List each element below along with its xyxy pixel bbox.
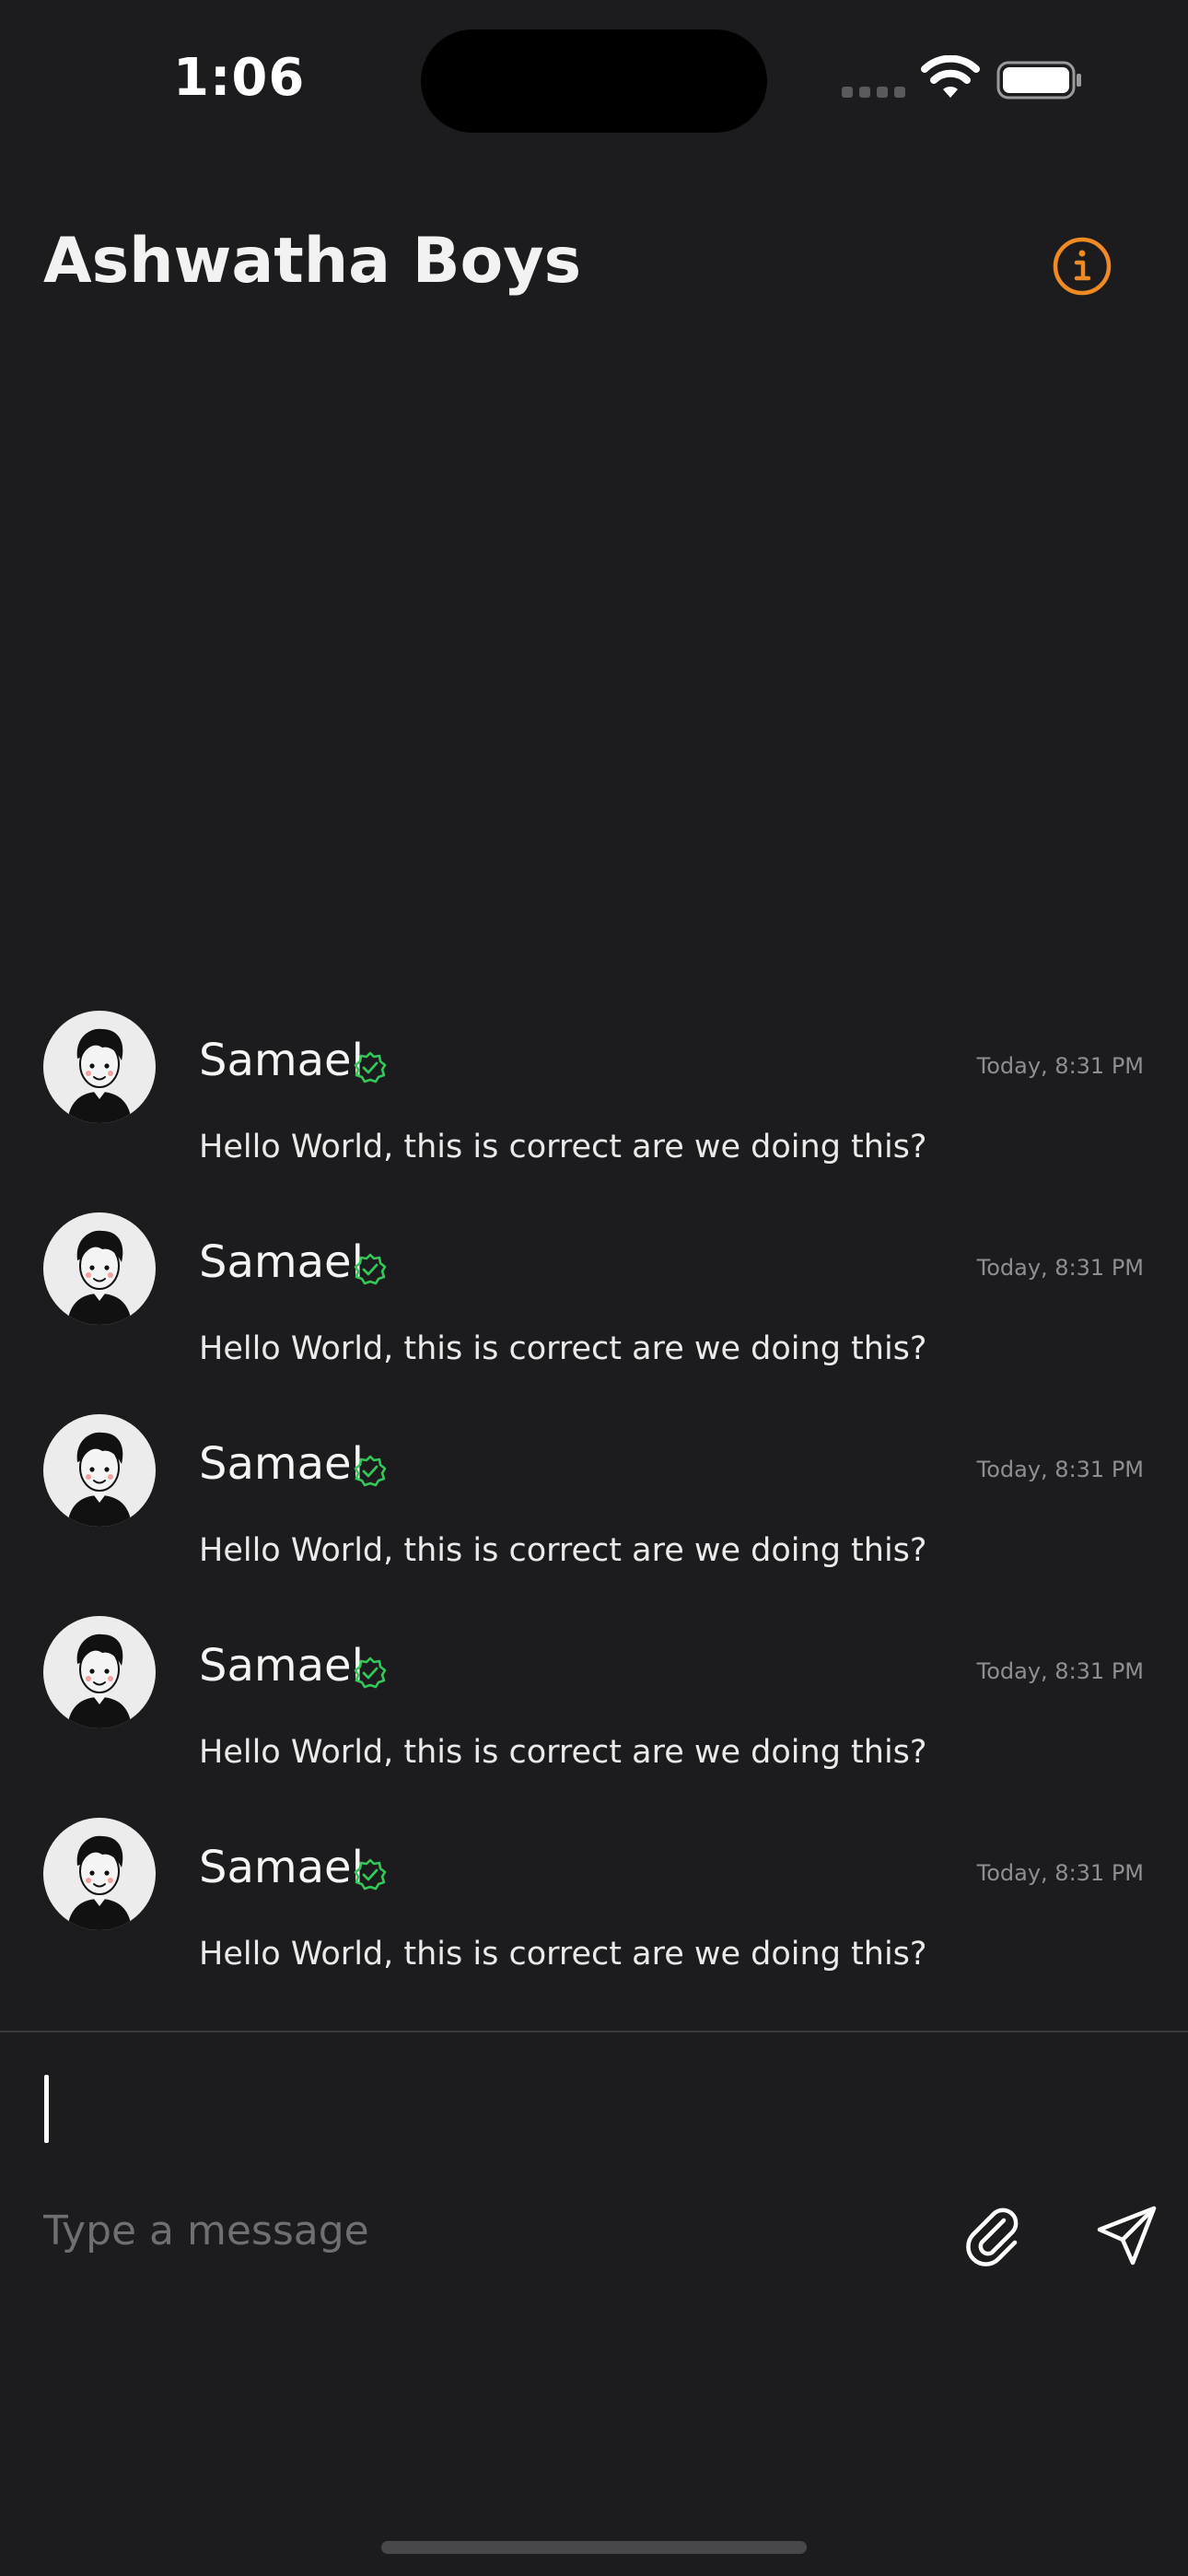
- text-cursor: [44, 2075, 49, 2143]
- message-timestamp: Today, 8:31 PM: [976, 1860, 1144, 1886]
- chat-screen: 1:06 Ashwatha Boys Samael Today, 8:31 PM H…: [0, 0, 1188, 2576]
- send-icon[interactable]: [1096, 2204, 1159, 2266]
- message-text: Hello World, this is correct are we doin…: [199, 1532, 927, 1569]
- wifi-icon: [921, 55, 980, 98]
- message-text: Hello World, this is correct are we doin…: [199, 1936, 927, 1973]
- sender-name: Samael: [199, 1438, 364, 1490]
- dynamic-island: [421, 29, 767, 133]
- sender-name: Samael: [199, 1236, 364, 1288]
- composer-divider: [0, 2031, 1188, 2032]
- info-icon[interactable]: [1052, 236, 1112, 297]
- status-time: 1:06: [173, 48, 306, 108]
- message-timestamp: Today, 8:31 PM: [976, 1255, 1144, 1281]
- sender-name: Samael: [199, 1035, 364, 1086]
- avatar[interactable]: [43, 1212, 156, 1325]
- chat-title: Ashwatha Boys: [43, 225, 582, 298]
- message-text: Hello World, this is correct are we doin…: [199, 1129, 927, 1165]
- avatar[interactable]: [43, 1414, 156, 1527]
- verified-badge-icon: [354, 1051, 387, 1084]
- avatar[interactable]: [43, 1616, 156, 1728]
- verified-badge-icon: [354, 1455, 387, 1488]
- home-indicator: [381, 2541, 807, 2554]
- verified-badge-icon: [354, 1657, 387, 1690]
- paperclip-icon[interactable]: [963, 2204, 1024, 2268]
- message-timestamp: Today, 8:31 PM: [976, 1658, 1144, 1684]
- avatar[interactable]: [43, 1011, 156, 1123]
- message-item[interactable]: Samael Today, 8:31 PM Hello World, this is…: [0, 1818, 1188, 2002]
- message-item[interactable]: Samael Today, 8:31 PM Hello World, this is…: [0, 1616, 1188, 1800]
- battery-icon: [996, 61, 1081, 100]
- message-timestamp: Today, 8:31 PM: [976, 1457, 1144, 1482]
- message-input[interactable]: [43, 2198, 927, 2263]
- verified-badge-icon: [354, 1253, 387, 1286]
- sender-name: Samael: [199, 1640, 364, 1692]
- message-text: Hello World, this is correct are we doin…: [199, 1330, 927, 1367]
- message-timestamp: Today, 8:31 PM: [976, 1053, 1144, 1079]
- sender-name: Samael: [199, 1842, 364, 1893]
- message-item[interactable]: Samael Today, 8:31 PM Hello World, this is…: [0, 1011, 1188, 1195]
- message-text: Hello World, this is correct are we doin…: [199, 1734, 927, 1771]
- message-item[interactable]: Samael Today, 8:31 PM Hello World, this is…: [0, 1212, 1188, 1397]
- message-item[interactable]: Samael Today, 8:31 PM Hello World, this is…: [0, 1414, 1188, 1598]
- verified-badge-icon: [354, 1858, 387, 1891]
- avatar[interactable]: [43, 1818, 156, 1930]
- signal-icon: [842, 87, 905, 98]
